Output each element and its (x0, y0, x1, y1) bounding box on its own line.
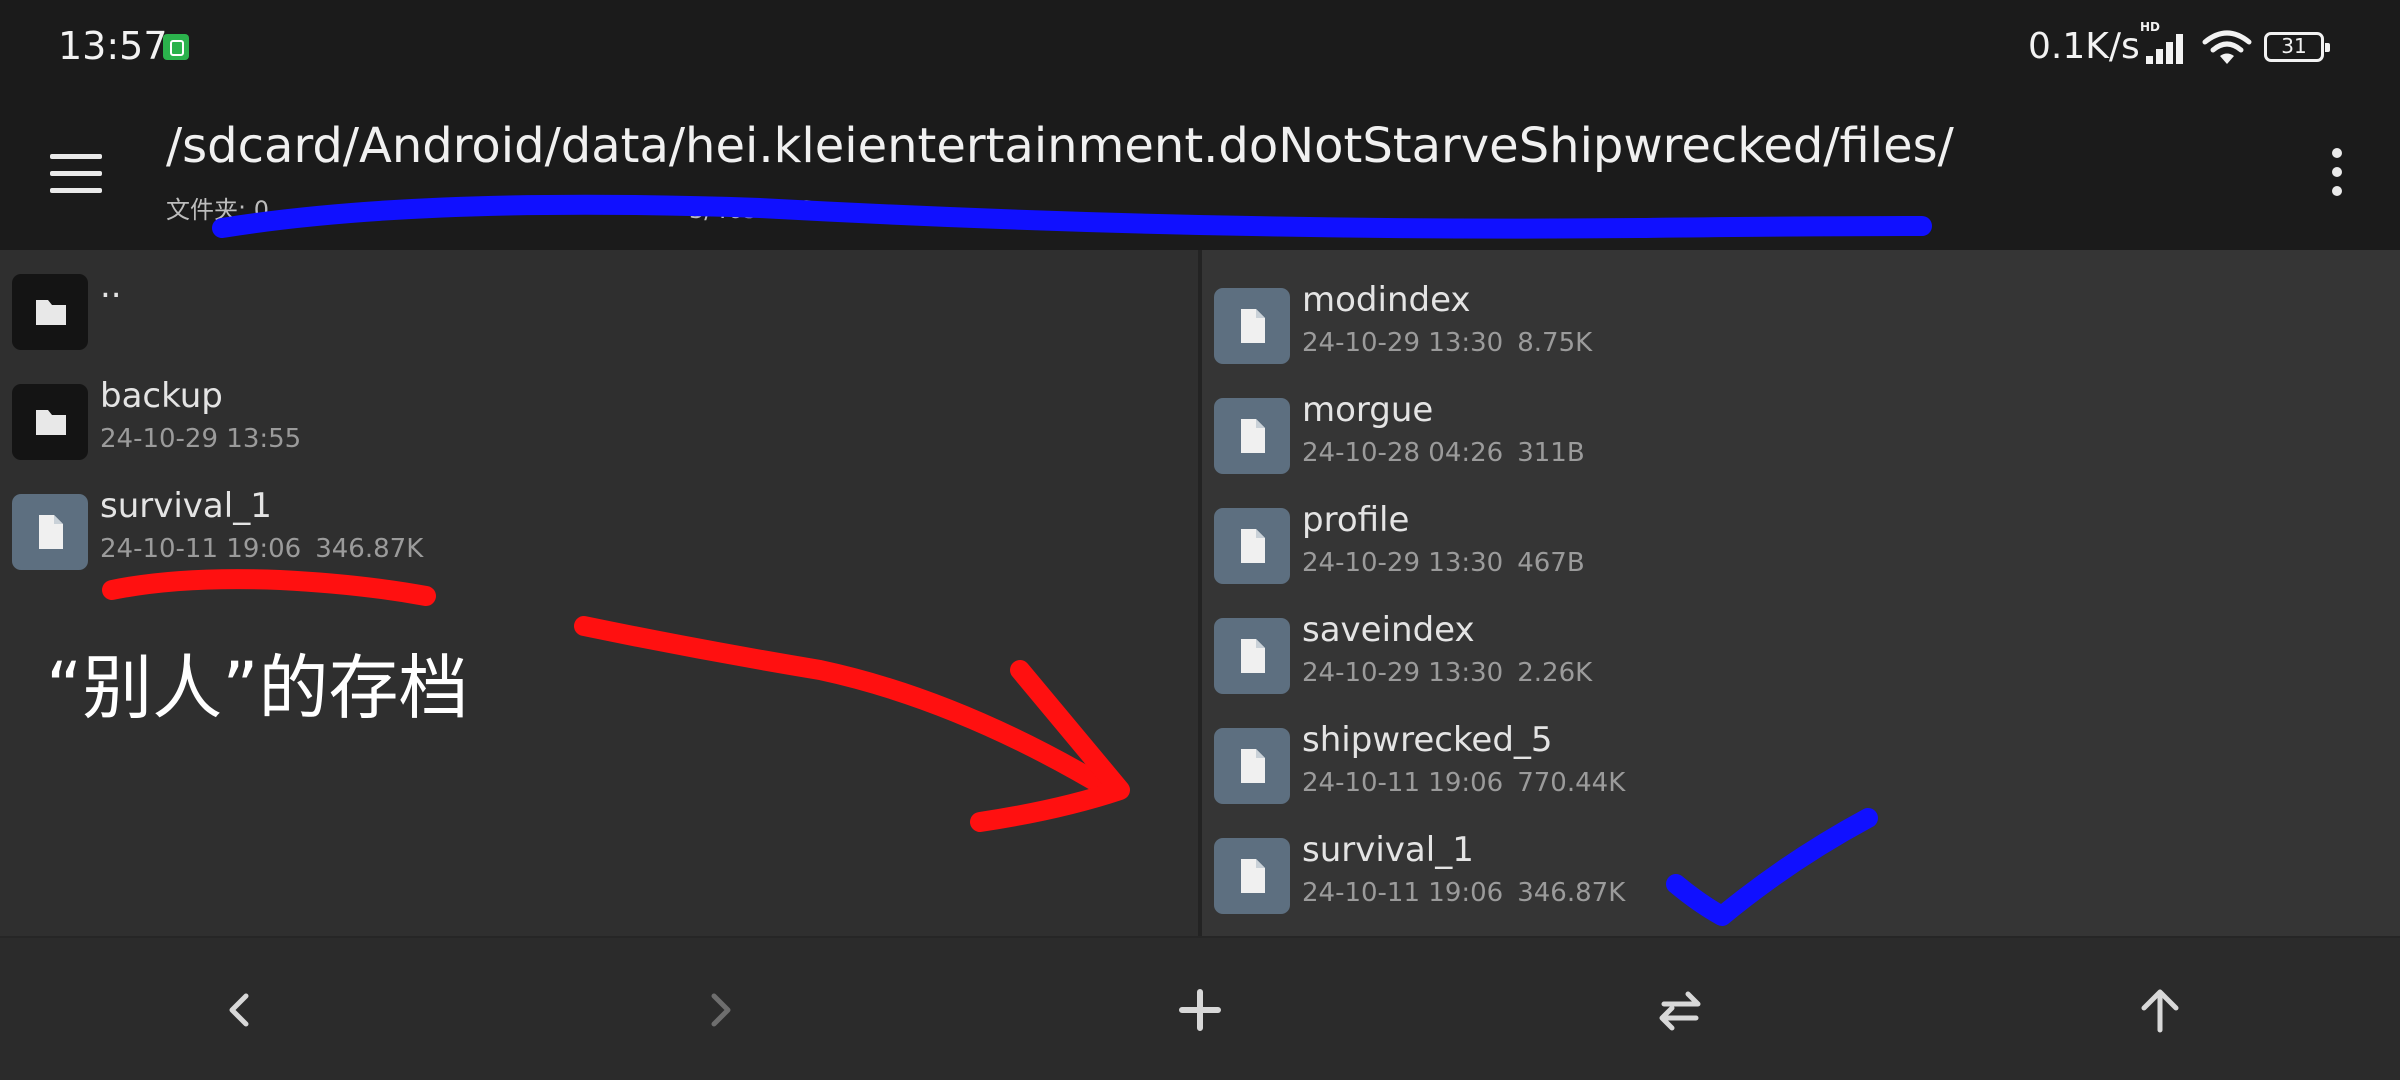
status-time: 13:57 (58, 24, 168, 68)
file-meta: 24-10-11 19:06 770.44K (1302, 768, 1625, 798)
toolbar: /sdcard/Android/data/hei.kleientertainme… (0, 96, 2400, 250)
list-item-profile[interactable]: profile 24-10-29 13:30 467B (1202, 492, 2382, 602)
file-icon (12, 494, 88, 570)
file-meta: 24-10-11 19:06 346.87K (1302, 878, 1625, 908)
file-date: 24-10-29 13:30 (1302, 658, 1504, 688)
folder-icon (12, 384, 88, 460)
annotation-text: “别人”的存档 (46, 647, 469, 729)
file-date: 24-10-29 13:55 (100, 424, 302, 454)
file-date: 24-10-11 19:06 (1302, 878, 1504, 908)
file-icon (1214, 838, 1290, 914)
file-date: 24-10-11 19:06 (100, 534, 302, 564)
file-icon (1214, 508, 1290, 584)
file-size: 311B (1517, 438, 1585, 468)
status-bar: 13:57 0.1K/s HD 31 (0, 0, 2400, 96)
wifi-icon (2202, 30, 2252, 64)
file-size: 346.87K (315, 534, 424, 564)
file-date: 24-10-29 13:30 (1302, 548, 1504, 578)
file-meta: 24-10-29 13:30 467B (1302, 548, 1585, 578)
network-badge: HD (2140, 20, 2161, 34)
current-path: /sdcard/Android/data/hei.kleientertainme… (166, 118, 1954, 174)
file-name: survival_1 (100, 486, 272, 526)
file-name: modindex (1302, 280, 1471, 320)
left-file-pane[interactable]: .. backup 24-10-29 13:55 survival_1 24-1… (0, 250, 1198, 936)
file-icon (1214, 728, 1290, 804)
file-size: 467B (1517, 548, 1585, 578)
list-item-survival-1[interactable]: survival_1 24-10-11 19:06 346.87K (0, 478, 1180, 588)
add-icon[interactable] (1158, 968, 1242, 1052)
file-icon (1214, 398, 1290, 474)
list-item-survival-1[interactable]: survival_1 24-10-11 19:06 346.87K (1202, 822, 2382, 932)
folder-icon (12, 274, 88, 350)
battery-icon: 31 (2264, 32, 2330, 62)
file-name: survival_1 (1302, 830, 1474, 870)
more-vertical-icon[interactable] (2310, 144, 2362, 200)
swap-panes-icon[interactable] (1638, 968, 1722, 1052)
file-meta: 24-10-11 19:06 346.87K (100, 534, 423, 564)
app-notification-icon (163, 34, 189, 60)
subtitle-prefix: 文件夹: 0 (166, 196, 269, 224)
file-name: .. (100, 266, 122, 306)
file-name: shipwrecked_5 (1302, 720, 1553, 760)
parent-folder-icon[interactable] (2118, 968, 2202, 1052)
list-item-modindex[interactable]: modindex 24-10-29 13:30 8.75K (1202, 272, 2382, 382)
bottom-navigation-bar (0, 936, 2400, 1080)
subtitle-suffix: 3/465.26G (688, 196, 815, 224)
path-subtitle: 文件夹: 0 3/465.26G (166, 190, 815, 225)
file-size: 770.44K (1517, 768, 1626, 798)
file-date: 24-10-28 04:26 (1302, 438, 1504, 468)
list-item-backup[interactable]: backup 24-10-29 13:55 (0, 368, 1180, 478)
file-size: 346.87K (1517, 878, 1626, 908)
file-name: backup (100, 376, 223, 416)
signal-icon (2146, 34, 2190, 64)
back-icon[interactable] (198, 968, 282, 1052)
file-date: 24-10-29 13:30 (1302, 328, 1504, 358)
network-speed: 0.1K/s (2028, 26, 2140, 67)
file-meta: 24-10-29 13:30 2.26K (1302, 658, 1592, 688)
list-item-saveindex[interactable]: saveindex 24-10-29 13:30 2.26K (1202, 602, 2382, 712)
file-icon (1214, 618, 1290, 694)
file-name: saveindex (1302, 610, 1475, 650)
file-icon (1214, 288, 1290, 364)
file-meta: 24-10-29 13:30 8.75K (1302, 328, 1592, 358)
list-item-parent-folder[interactable]: .. (0, 258, 1180, 368)
file-name: profile (1302, 500, 1410, 540)
battery-level: 31 (2281, 34, 2307, 58)
right-file-pane[interactable]: modindex 24-10-29 13:30 8.75K morgue 24-1… (1202, 250, 2400, 936)
list-item-shipwrecked-5[interactable]: shipwrecked_5 24-10-11 19:06 770.44K (1202, 712, 2382, 822)
file-meta: 24-10-28 04:26 311B (1302, 438, 1585, 468)
file-size: 2.26K (1517, 658, 1593, 688)
file-size: 8.75K (1517, 328, 1593, 358)
file-meta: 24-10-29 13:55 (100, 424, 301, 454)
forward-icon[interactable] (678, 968, 762, 1052)
file-name: morgue (1302, 390, 1434, 430)
list-item-morgue[interactable]: morgue 24-10-28 04:26 311B (1202, 382, 2382, 492)
file-date: 24-10-11 19:06 (1302, 768, 1504, 798)
hamburger-menu-icon[interactable] (42, 146, 112, 202)
